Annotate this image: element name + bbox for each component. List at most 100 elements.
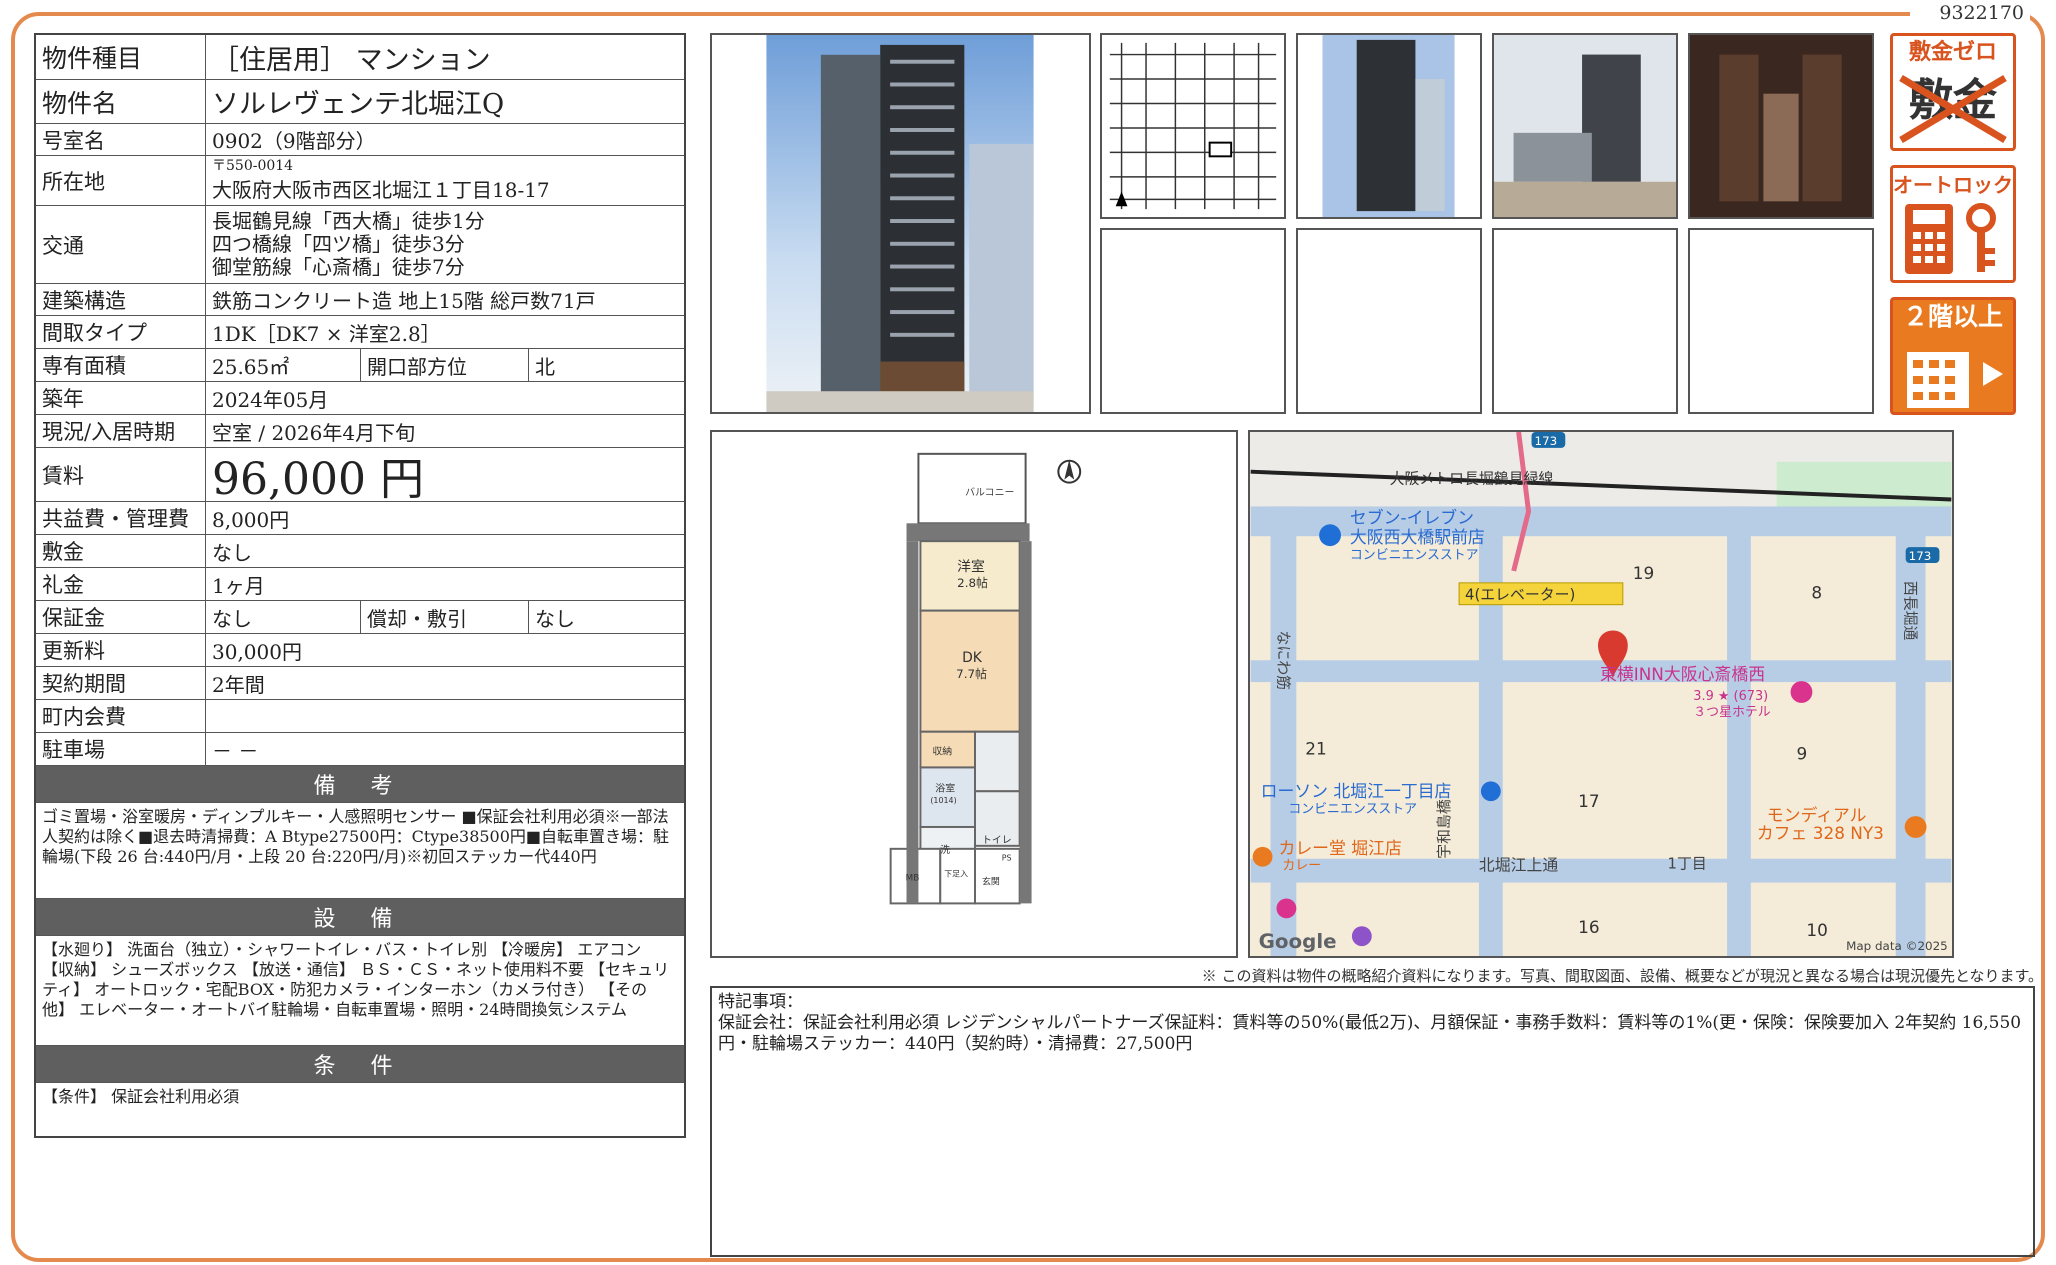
chome-label: 1丁目 [1667, 855, 1706, 873]
row-property-name: 物件名 ソルレヴェンテ北堀江Q [36, 79, 684, 123]
facilities-heading: 設 備 [36, 898, 684, 935]
dk-size: 7.7帖 [956, 667, 987, 681]
hotel-type: ３つ星ホテル [1693, 705, 1770, 720]
route-badge-text-2: 173 [1909, 549, 1932, 563]
western-room-label: 洋室 [957, 558, 985, 575]
building-arrow-icon [1907, 352, 2003, 408]
store1-branch: 大阪西大橋駅前店 [1350, 527, 1485, 547]
row-contract: 契約期間 2年間 [36, 666, 684, 699]
lobby-interior-image [1690, 35, 1872, 217]
town-fee-value [206, 700, 684, 732]
label: 保証金 [36, 601, 206, 633]
keypad-key-icon [1905, 203, 1996, 274]
building-thumbnail[interactable] [1296, 33, 1482, 219]
entrance-label: 玄関 [982, 876, 1000, 888]
row-room: 号室名 0902（9階部分） [36, 123, 684, 155]
row-reikin: 礼金 1ヶ月 [36, 567, 684, 600]
access-line: 長堀鶴見線「西大橋」徒歩1分 [212, 209, 485, 233]
label: 契約期間 [36, 667, 206, 699]
access-line: 四つ橋線「四ツ橋」徒歩3分 [212, 232, 465, 256]
disclaimer-text: ※ この資料は物件の概略紹介資料になります。写真、間取図面、設備、概要などが現況… [1201, 967, 2043, 985]
row-address: 所在地 〒550-0014 大阪府大阪市西区北堀江１丁目18-17 [36, 155, 684, 205]
row-access: 交通 長堀鶴見線「西大橋」徒歩1分 四つ橋線「四ツ橋」徒歩3分 御堂筋線「心斎橋… [36, 205, 684, 283]
building-photo-main[interactable] [710, 33, 1091, 414]
dk-label: DK [962, 650, 983, 666]
street-label: 北堀江上通 [1479, 856, 1558, 875]
special-notes-box: 特記事項： 保証会社：保証会社利用必須 レジデンシャルパートナーズ保証料：賃料等… [710, 986, 2035, 1257]
location-map[interactable]: 173 173 大阪メトロ長堀鶴見緑線 セブン-イレブン 大阪西大橋駅前店 コン… [1248, 430, 1954, 958]
street-map-sketch [1102, 35, 1284, 217]
property-type-value: ［住居用］ マンション [212, 44, 491, 76]
facing-label: 開口部方位 [361, 349, 529, 381]
floor-plan[interactable]: バルコニー 洋室 2.8帖 DK 7.7帖 収納 浴室 (1014) 洗 トイレ… [710, 430, 1238, 958]
address-value: 大阪府大阪市西区北堀江１丁目18-17 [212, 177, 550, 202]
row-fee: 共益費・管理費 8,000円 [36, 501, 684, 534]
label: 建築構造 [36, 284, 206, 315]
map-attribution: Map data ©2025 [1846, 939, 1948, 953]
map-canvas: 173 173 大阪メトロ長堀鶴見緑線 セブン-イレブン 大阪西大橋駅前店 コン… [1250, 432, 1952, 956]
building-illustration [766, 35, 1034, 412]
google-logo: Google [1259, 930, 1337, 953]
hotel-rating: 3.9 ★ (673) [1693, 689, 1768, 704]
label: 所在地 [36, 156, 206, 205]
cafe-branch: カフェ 328 NY3 [1757, 823, 1884, 843]
store2-type: コンビニエンスストア [1288, 802, 1417, 817]
label: 賃料 [36, 448, 206, 501]
route-badge-text: 173 [1535, 434, 1558, 448]
entrance-thumbnail[interactable] [1492, 33, 1678, 219]
hotel-name: 東横INN大阪心斎橋西 [1600, 664, 1765, 684]
deposit-value: なし [206, 601, 361, 633]
row-rent: 賃料 96,000 円 [36, 447, 684, 501]
area-value: 25.65㎡ [206, 349, 361, 381]
badge-label: ２階以上 [1902, 302, 2003, 331]
badge-label: 敷金ゼロ [1908, 40, 1997, 65]
conditions-text: 【条件】 保証会社利用必須 [36, 1082, 684, 1136]
lobby-thumbnail[interactable] [1688, 33, 1874, 219]
storage-label: 収納 [932, 745, 952, 758]
bath-label: 浴室 [935, 781, 955, 794]
curry-name: カレー堂 堀江店 [1278, 838, 1401, 858]
notes-title: 特記事項： [718, 992, 803, 1012]
conditions-heading: 条 件 [36, 1045, 684, 1082]
label: 敷金 [36, 535, 206, 567]
autolock-badge: オートロック [1890, 165, 2016, 283]
row-shikikin: 敷金 なし [36, 534, 684, 567]
empty-thumbnail [1100, 228, 1286, 414]
label: 間取タイプ [36, 316, 206, 348]
toilet-label: トイレ [982, 835, 1012, 846]
block-8: 8 [1811, 583, 1822, 603]
block-19: 19 [1633, 563, 1654, 583]
elevator-label: 4(エレベーター) [1465, 586, 1575, 604]
row-deposit: 保証金 なし 償却・敷引 なし [36, 600, 684, 633]
access-line: 御堂筋線「心斎橋」徒歩7分 [212, 255, 465, 279]
building-exterior-image [1322, 35, 1455, 217]
store1-name: セブン-イレブン [1350, 507, 1474, 527]
label: 号室名 [36, 124, 206, 155]
remarks-heading: 備 考 [36, 765, 684, 802]
layout-value: 1DK［DK7 × 洋室2.8］ [212, 321, 441, 346]
label: 共益費・管理費 [36, 502, 206, 534]
fee-value: 8,000円 [212, 507, 290, 532]
structure-value: 鉄筋コンクリート造 地上15階 総戸数71戸 [212, 289, 596, 313]
block-17: 17 [1578, 791, 1599, 811]
western-room-size: 2.8帖 [957, 576, 988, 590]
cross-icon [1899, 74, 2007, 144]
empty-thumbnail [1688, 228, 1874, 414]
row-structure: 建築構造 鉄筋コンクリート造 地上15階 総戸数71戸 [36, 283, 684, 315]
contract-value: 2年間 [212, 672, 265, 697]
reikin-value: 1ヶ月 [212, 573, 265, 598]
label: 専有面積 [36, 349, 206, 381]
curry-type: カレー [1282, 859, 1321, 874]
postal-code: 〒550-0014 [212, 157, 294, 174]
parking-value: － － [212, 738, 259, 763]
rail-line-label: 大阪メトロ長堀鶴見緑線 [1390, 470, 1554, 488]
label: 礼金 [36, 568, 206, 600]
floor-plan-drawing: バルコニー 洋室 2.8帖 DK 7.7帖 収納 浴室 (1014) 洗 トイレ… [889, 452, 1082, 905]
property-spec-table: 物件種目 ［住居用］ マンション 物件名 ソルレヴェンテ北堀江Q 号室名 090… [34, 33, 686, 1138]
rent-value: 96,000 円 [212, 453, 424, 502]
map-thumbnail[interactable] [1100, 33, 1286, 219]
store1-type: コンビニエンスストア [1350, 548, 1479, 563]
wash-label: 洗 [940, 844, 950, 856]
label: 現況/入居時期 [36, 415, 206, 447]
label: 物件名 [36, 80, 206, 123]
